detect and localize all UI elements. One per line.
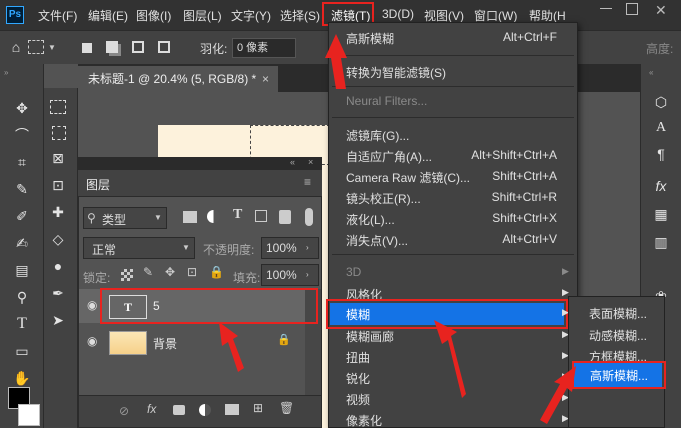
arrow-to-blur-item <box>434 320 466 398</box>
annotation-arrows <box>219 34 576 424</box>
arrow-to-text-layer <box>219 322 244 372</box>
arrow-to-gaussian-blur <box>540 366 576 424</box>
arrow-to-filter-menu <box>325 34 347 89</box>
